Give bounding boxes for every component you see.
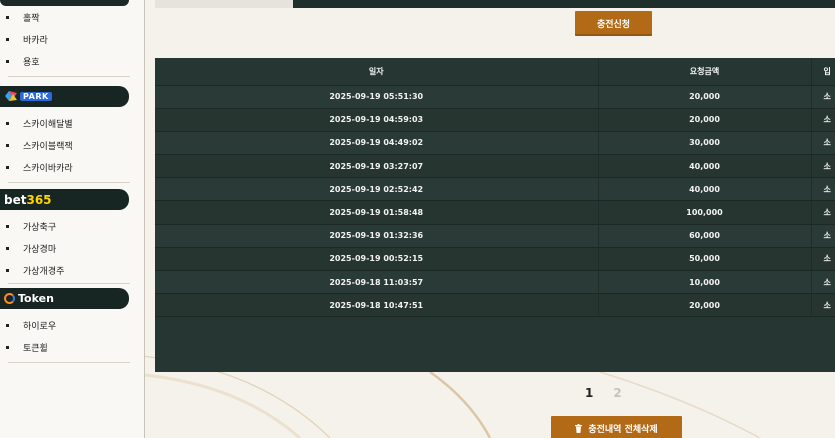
- cell-date: 2025-09-19 03:27:07: [155, 154, 599, 179]
- cell-date: 2025-09-19 04:59:03: [155, 108, 599, 132]
- sidebar-group-skypark: 스카이해달별 스카이블랙잭 스카이바카라: [0, 112, 140, 178]
- brand-token-header: Token: [0, 288, 129, 309]
- bullet-icon: [6, 143, 9, 147]
- column-header-amount: 요청금액: [598, 58, 812, 86]
- sidebar-item[interactable]: 용호: [0, 50, 140, 72]
- delete-all-history-button[interactable]: 충전내역 전체삭제: [551, 416, 682, 438]
- table-header-row: 일자 요청금액 입: [155, 58, 835, 86]
- cell-amount: 50,000: [598, 247, 812, 272]
- sidebar-item[interactable]: 바카라: [0, 28, 140, 50]
- brand-skypark-header: PARK: [0, 86, 129, 107]
- cell-status: 소: [811, 247, 835, 272]
- table-row: 2025-09-19 04:59:03 20,000 소: [155, 108, 835, 132]
- cell-amount: 30,000: [598, 131, 812, 156]
- page-2-link[interactable]: 2: [613, 386, 621, 400]
- table-row: 2025-09-19 05:51:30 20,000 소: [155, 85, 835, 109]
- skypark-logo-icon: [5, 91, 17, 101]
- sidebar-group-minigame: 홀짝 바카라 용호: [0, 6, 140, 72]
- table-row: 2025-09-18 11:03:57 10,000 소: [155, 270, 835, 295]
- column-header-date: 일자: [155, 58, 599, 86]
- cell-date: 2025-09-19 00:52:15: [155, 247, 599, 272]
- bullet-icon: [6, 121, 9, 125]
- table-row: 2025-09-18 10:47:51 20,000 소: [155, 293, 835, 318]
- cell-amount: 10,000: [598, 270, 812, 295]
- bullet-icon: [6, 345, 9, 349]
- cell-date: 2025-09-19 01:32:36: [155, 224, 599, 248]
- sidebar-item[interactable]: 토큰휠: [0, 336, 140, 358]
- cell-amount: 100,000: [598, 200, 812, 225]
- table-row: 2025-09-19 02:52:42 40,000 소: [155, 177, 835, 202]
- bullet-icon: [6, 224, 9, 228]
- cell-date: 2025-09-19 02:52:42: [155, 177, 599, 202]
- sidebar-item[interactable]: 가상개경주: [0, 259, 140, 281]
- sidebar-group-bet365: 가상축구 가상경마 가상개경주: [0, 215, 140, 281]
- sidebar-item[interactable]: 스카이해달별: [0, 112, 140, 134]
- sidebar-item[interactable]: 가상경마: [0, 237, 140, 259]
- bullet-icon: [6, 323, 9, 327]
- bullet-icon: [6, 268, 9, 272]
- skypark-logo-text: PARK: [20, 92, 52, 101]
- cell-amount: 40,000: [598, 154, 812, 179]
- table-row: 2025-09-19 04:49:02 30,000 소: [155, 131, 835, 156]
- cell-amount: 40,000: [598, 177, 812, 202]
- bullet-icon: [6, 15, 9, 19]
- column-header-status: 입: [811, 58, 835, 86]
- bullet-icon: [6, 59, 9, 63]
- top-tabs: [155, 0, 835, 8]
- delete-button-label: 충전내역 전체삭제: [588, 425, 658, 435]
- bet365-logo: bet365: [4, 192, 52, 207]
- table-row: 2025-09-19 01:32:36 60,000 소: [155, 224, 835, 248]
- cell-status: 소: [811, 154, 835, 179]
- table-row: 2025-09-19 03:27:07 40,000 소: [155, 154, 835, 179]
- sidebar-item[interactable]: 가상축구: [0, 215, 140, 237]
- cell-amount: 20,000: [598, 85, 812, 109]
- charge-request-button[interactable]: 충전신청: [575, 11, 652, 36]
- sidebar-item[interactable]: 하이로우: [0, 314, 140, 336]
- cell-status: 소: [811, 85, 835, 109]
- cell-status: 소: [811, 108, 835, 132]
- bullet-icon: [6, 246, 9, 250]
- table-row: 2025-09-19 00:52:15 50,000 소: [155, 247, 835, 272]
- brand-bet365-header: bet365: [0, 189, 129, 210]
- cell-amount: 20,000: [598, 108, 812, 132]
- sidebar-divider: [8, 283, 130, 284]
- cell-status: 소: [811, 131, 835, 156]
- cell-status: 소: [811, 270, 835, 295]
- sidebar-item[interactable]: 스카이바카라: [0, 156, 140, 178]
- tab-left[interactable]: [155, 0, 293, 8]
- cell-date: 2025-09-18 11:03:57: [155, 270, 599, 295]
- tab-right[interactable]: [293, 0, 835, 8]
- cell-amount: 60,000: [598, 224, 812, 248]
- sidebar-divider: [8, 362, 130, 363]
- main-content: 충전신청 일자 요청금액 입 2025-09-19 05:51:30 20,000…: [145, 0, 835, 438]
- cell-status: 소: [811, 200, 835, 225]
- page-1-link[interactable]: 1: [585, 386, 593, 400]
- charge-history-table: 일자 요청금액 입 2025-09-19 05:51:30 20,000 소 2025…: [155, 58, 835, 372]
- trash-icon: [575, 424, 583, 433]
- sidebar-divider: [8, 182, 130, 183]
- pagination: 1 2: [585, 386, 622, 400]
- cell-date: 2025-09-19 05:51:30: [155, 85, 599, 109]
- bullet-icon: [6, 37, 9, 41]
- table-row: 2025-09-19 01:58:48 100,000 소: [155, 200, 835, 225]
- cell-status: 소: [811, 224, 835, 248]
- cell-date: 2025-09-18 10:47:51: [155, 293, 599, 318]
- sidebar-divider: [8, 76, 130, 77]
- sidebar: 홀짝 바카라 용호 PARK 스카이해달별 스카이블랙잭 스카이바카라 bet3…: [0, 0, 145, 438]
- sidebar-group-token: 하이로우 토큰휠: [0, 314, 140, 358]
- sidebar-item[interactable]: 홀짝: [0, 6, 140, 28]
- bullet-icon: [6, 165, 9, 169]
- cell-date: 2025-09-19 04:49:02: [155, 131, 599, 156]
- cell-amount: 20,000: [598, 293, 812, 318]
- cell-status: 소: [811, 293, 835, 318]
- cell-status: 소: [811, 177, 835, 202]
- cell-date: 2025-09-19 01:58:48: [155, 200, 599, 225]
- sidebar-item[interactable]: 스카이블랙잭: [0, 134, 140, 156]
- token-logo-icon: [4, 293, 15, 304]
